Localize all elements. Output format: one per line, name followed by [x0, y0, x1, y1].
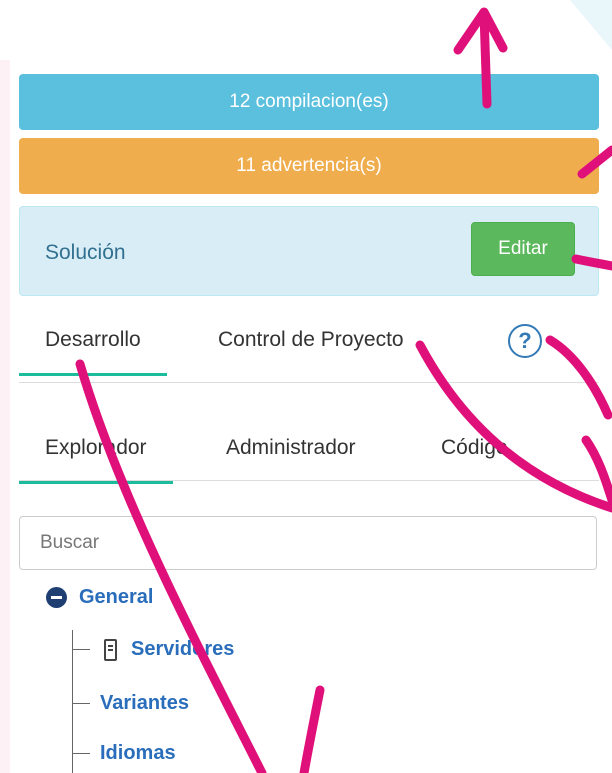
tab-control-de-proyecto[interactable]: Control de Proyecto [218, 328, 404, 352]
server-icon [104, 638, 117, 661]
tree-branch-line [72, 753, 90, 754]
tab-codigo[interactable]: Código [441, 436, 508, 460]
warnings-banner[interactable]: 11 advertencia(s) [19, 138, 599, 194]
minus-circle-icon[interactable] [46, 587, 67, 608]
solution-panel: Solución Editar [19, 206, 599, 296]
solution-label: Solución [45, 241, 126, 264]
solution-tree: General Servidores Variantes Idiomas [0, 578, 612, 773]
tab-desarrollo[interactable]: Desarrollo [19, 328, 167, 376]
tab-explorador[interactable]: Explorador [19, 436, 173, 484]
tree-node-label: Servidores [131, 638, 235, 660]
tree-node-variantes[interactable]: Variantes [72, 692, 189, 715]
edit-button[interactable]: Editar [471, 222, 575, 276]
tree-branch-line [72, 649, 90, 650]
warnings-banner-label: 11 advertencia(s) [236, 155, 382, 176]
tree-node-label: General [79, 586, 154, 608]
tree-node-servidores[interactable]: Servidores [72, 638, 234, 661]
tree-node-label: Idiomas [100, 742, 176, 764]
builds-banner[interactable]: 12 compilacion(es) [19, 74, 599, 130]
tab-administrador[interactable]: Administrador [226, 436, 356, 460]
tree-node-idiomas[interactable]: Idiomas [72, 742, 176, 765]
tree-branch-line [72, 703, 90, 704]
search-input[interactable] [19, 516, 597, 570]
sub-tabs: Explorador Administrador Código [19, 406, 599, 484]
corner-decoration [570, 0, 612, 50]
builds-banner-label: 12 compilacion(es) [229, 91, 389, 112]
tree-node-general[interactable]: General [46, 586, 153, 609]
tree-node-label: Variantes [100, 692, 189, 714]
help-icon[interactable]: ? [508, 324, 542, 358]
main-tabs: Desarrollo Control de Proyecto ? [19, 310, 599, 383]
